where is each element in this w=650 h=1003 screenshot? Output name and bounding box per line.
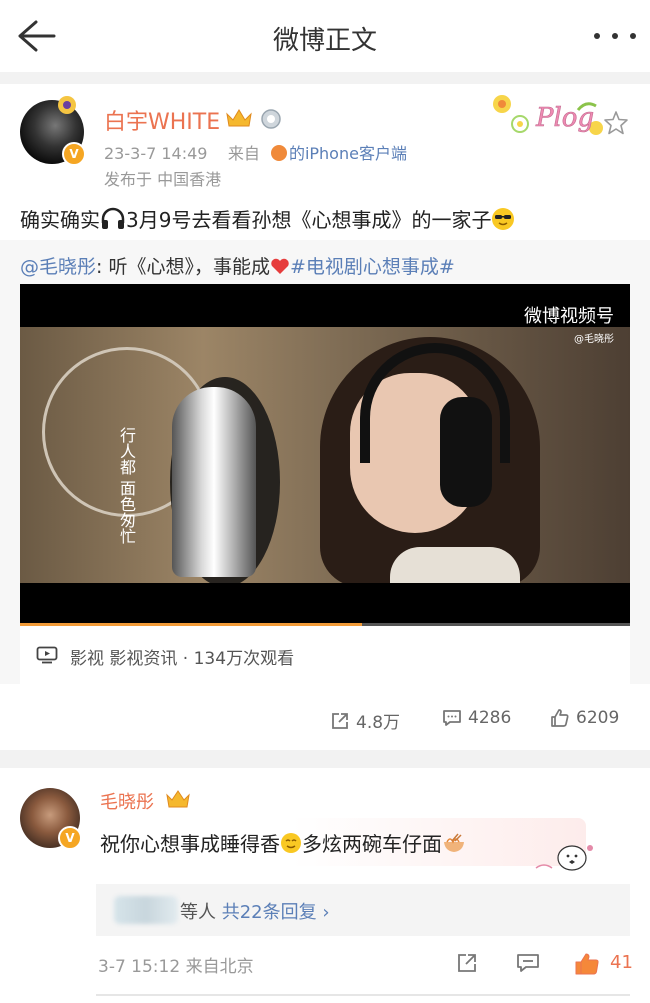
- comment-repost-icon[interactable]: [456, 952, 478, 974]
- repost-body: : 听《心想》，事能成: [96, 256, 270, 278]
- crown-badge-icon: [226, 109, 252, 127]
- heart-emoji-icon: [271, 258, 289, 274]
- more-options-icon[interactable]: [594, 22, 636, 50]
- reposted-content[interactable]: @毛晓彤: 听《心想》，事能成 #电视剧心想事成# 行人都 面色匆忙 微博视频号 …: [0, 240, 650, 684]
- hashtag-link[interactable]: #电视剧心想事成#: [290, 256, 455, 278]
- reply-prefix: 等人: [180, 902, 216, 923]
- top-nav-bar: 微博正文: [0, 0, 650, 72]
- reply-preview[interactable]: 等人 共22条回复 ›: [96, 884, 630, 936]
- comment-item: V 毛晓彤 祝你心想事成睡得香 多炫两碗车仔面 等人 共22条回复 › 3-7 1…: [0, 768, 650, 1003]
- cartoon-sticker: [535, 845, 593, 871]
- post-text-part-1: 确实确实: [20, 208, 100, 232]
- weibo-post: V 白宇WHITE 23-3-7 14:49 来自 的iPhone客户端 发布于…: [0, 84, 650, 750]
- comment-like-count: 41: [610, 952, 633, 973]
- repost-count: 4.8万: [356, 713, 401, 733]
- comment-button[interactable]: 4286: [442, 708, 511, 728]
- watermark-sub: @毛晓彤: [574, 334, 614, 345]
- thumbs-up-icon: [551, 709, 569, 727]
- tv-icon: [36, 646, 58, 664]
- blurred-usernames: [114, 896, 178, 924]
- plog-sticker-text: Plog: [535, 103, 594, 133]
- video-info-bar[interactable]: 影视 影视资讯 · 134万次观看: [20, 626, 630, 684]
- comment-text-part-2: 多炫两碗车仔面: [302, 832, 442, 856]
- comment-footer: 3-7 15:12 来自北京 41: [96, 952, 633, 977]
- commenter-name[interactable]: 毛晓彤: [100, 788, 154, 814]
- page-title: 微博正文: [272, 26, 377, 56]
- repost-text: @毛晓彤: 听《心想》，事能成 #电视剧心想事成#: [20, 252, 455, 279]
- from-prefix: 来自: [227, 144, 260, 163]
- video-info-text: 影视 影视资讯 · 134万次观看: [70, 649, 295, 669]
- comment-reply-icon[interactable]: [516, 952, 540, 974]
- verified-badge-icon: V: [62, 142, 86, 166]
- video-lyrics: 行人都 面色匆忙: [117, 427, 136, 545]
- view-replies-link[interactable]: 共22条回复: [222, 902, 317, 923]
- comment-text: 祝你心想事成睡得香 多炫两碗车仔面: [100, 828, 466, 857]
- like-count: 6209: [576, 708, 620, 728]
- comment-text-part-1: 祝你心想事成睡得香: [100, 832, 280, 856]
- reply-summary: 等人 共22条回复 ›: [180, 898, 330, 924]
- watermark-text: 微博视频号: [524, 306, 614, 327]
- divider: [96, 994, 630, 996]
- comment-count: 4286: [468, 708, 512, 728]
- author-name[interactable]: 白宇WHITE: [104, 104, 220, 136]
- post-time: 23-3-7 14:49: [104, 144, 208, 163]
- post-action-bar: 4.8万 4286 6209: [0, 698, 650, 738]
- microphone: [172, 387, 256, 577]
- comment-icon: [443, 710, 461, 726]
- headphone-emoji-icon: [101, 207, 125, 229]
- verified-badge-icon: V: [58, 826, 82, 850]
- mention-link[interactable]: @毛晓彤: [20, 256, 96, 278]
- post-location: 发布于 中国香港: [104, 170, 222, 189]
- peach-icon: [270, 145, 287, 161]
- post-text-part-2: 3月9号去看看孙想《心想事成》的一家子: [126, 208, 492, 232]
- post-text: 确实确实 3月9号去看看孙想《心想事成》的一家子: [20, 204, 515, 233]
- noodle-bowl-emoji-icon: [444, 833, 464, 852]
- post-meta: 23-3-7 14:49 来自 的iPhone客户端: [104, 140, 407, 164]
- video-frame: 行人都 面色匆忙: [20, 327, 630, 583]
- medal-badge-icon: [261, 109, 281, 129]
- repost-button[interactable]: 4.8万: [330, 708, 400, 733]
- smile-emoji-icon: [281, 833, 301, 853]
- cool-face-emoji-icon: [492, 208, 515, 230]
- video-watermark: 微博视频号 @毛晓彤: [524, 302, 614, 345]
- favorite-star-icon[interactable]: [603, 110, 629, 136]
- chevron-right-icon[interactable]: ›: [322, 902, 329, 923]
- crown-badge-icon: [166, 790, 190, 808]
- flower-sticker-icon: [58, 96, 76, 114]
- plog-sticker: Plog: [493, 95, 603, 135]
- video-player[interactable]: 行人都 面色匆忙 微博视频号 @毛晓彤: [20, 284, 630, 626]
- post-source-link[interactable]: 的iPhone客户端: [289, 144, 407, 163]
- comment-time: 3-7 15:12 来自北京: [98, 957, 254, 977]
- commenter-avatar[interactable]: V: [20, 788, 82, 850]
- repost-icon: [332, 712, 348, 729]
- comment-like-icon[interactable]: [574, 952, 600, 976]
- like-button[interactable]: 6209: [550, 708, 619, 728]
